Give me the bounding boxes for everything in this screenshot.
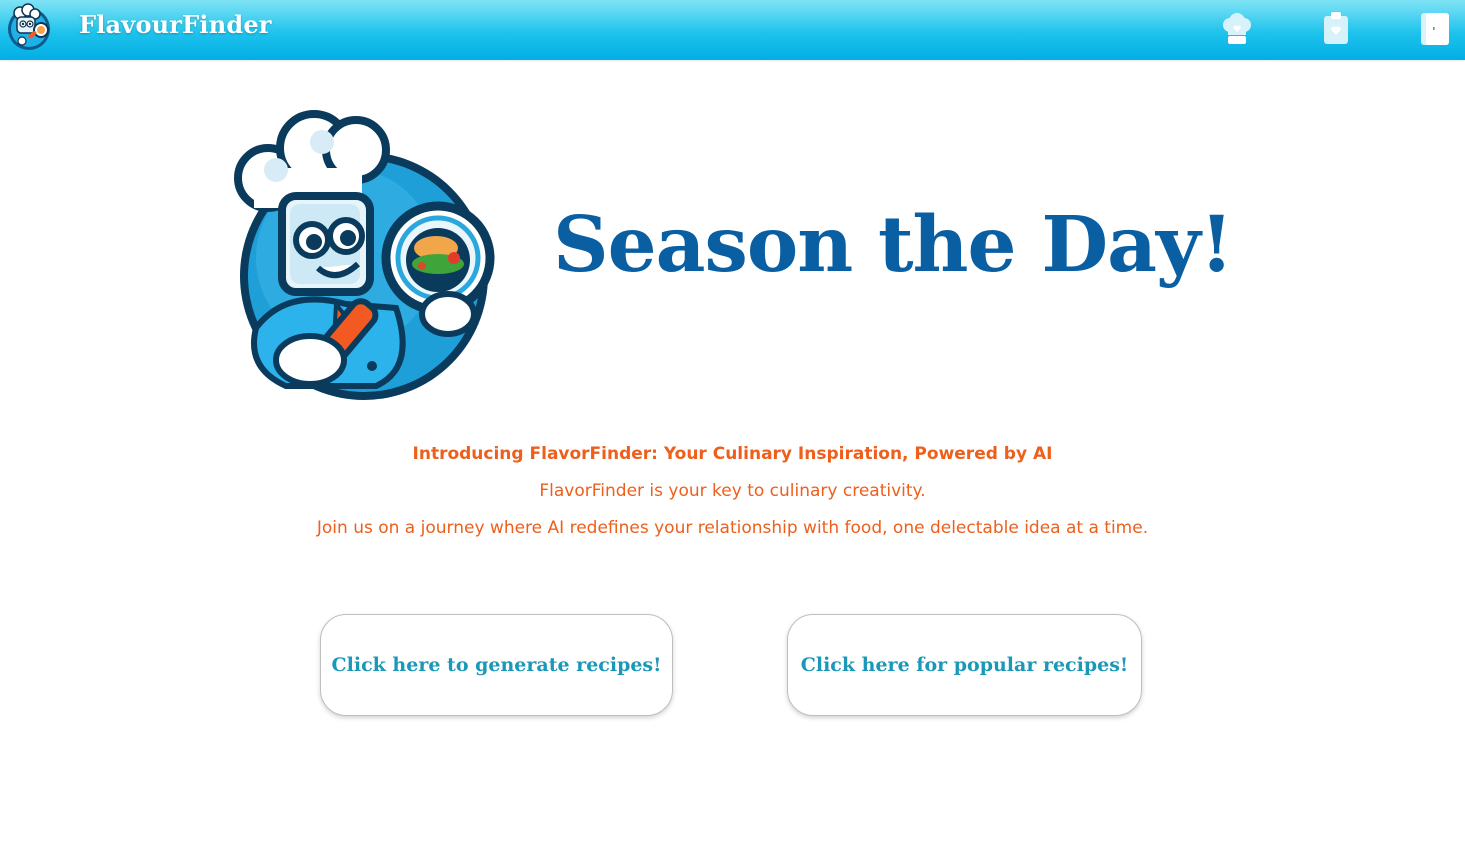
- chef-robot-mascot-image: [226, 108, 498, 402]
- intro-line-1: FlavorFinder is your key to culinary cre…: [539, 481, 926, 501]
- generate-recipes-button[interactable]: Click here to generate recipes!: [320, 614, 673, 716]
- intro-section: Introducing FlavorFinder: Your Culinary …: [0, 444, 1465, 555]
- clipboard-heart-icon[interactable]: [1318, 10, 1354, 46]
- intro-line-2: Join us on a journey where AI redefines …: [316, 518, 1149, 538]
- chef-hat-heart-icon[interactable]: [1219, 10, 1255, 46]
- top-nav-bar: FlavourFinder: [0, 0, 1465, 60]
- intro-headline: Introducing FlavorFinder: Your Culinary …: [412, 444, 1053, 464]
- popular-recipes-button[interactable]: Click here for popular recipes!: [787, 614, 1142, 716]
- brand-name[interactable]: FlavourFinder: [79, 10, 272, 39]
- chef-robot-logo-icon[interactable]: [4, 3, 54, 53]
- hero-title: Season the Day!: [553, 200, 1234, 290]
- logout-door-icon[interactable]: [1417, 10, 1453, 46]
